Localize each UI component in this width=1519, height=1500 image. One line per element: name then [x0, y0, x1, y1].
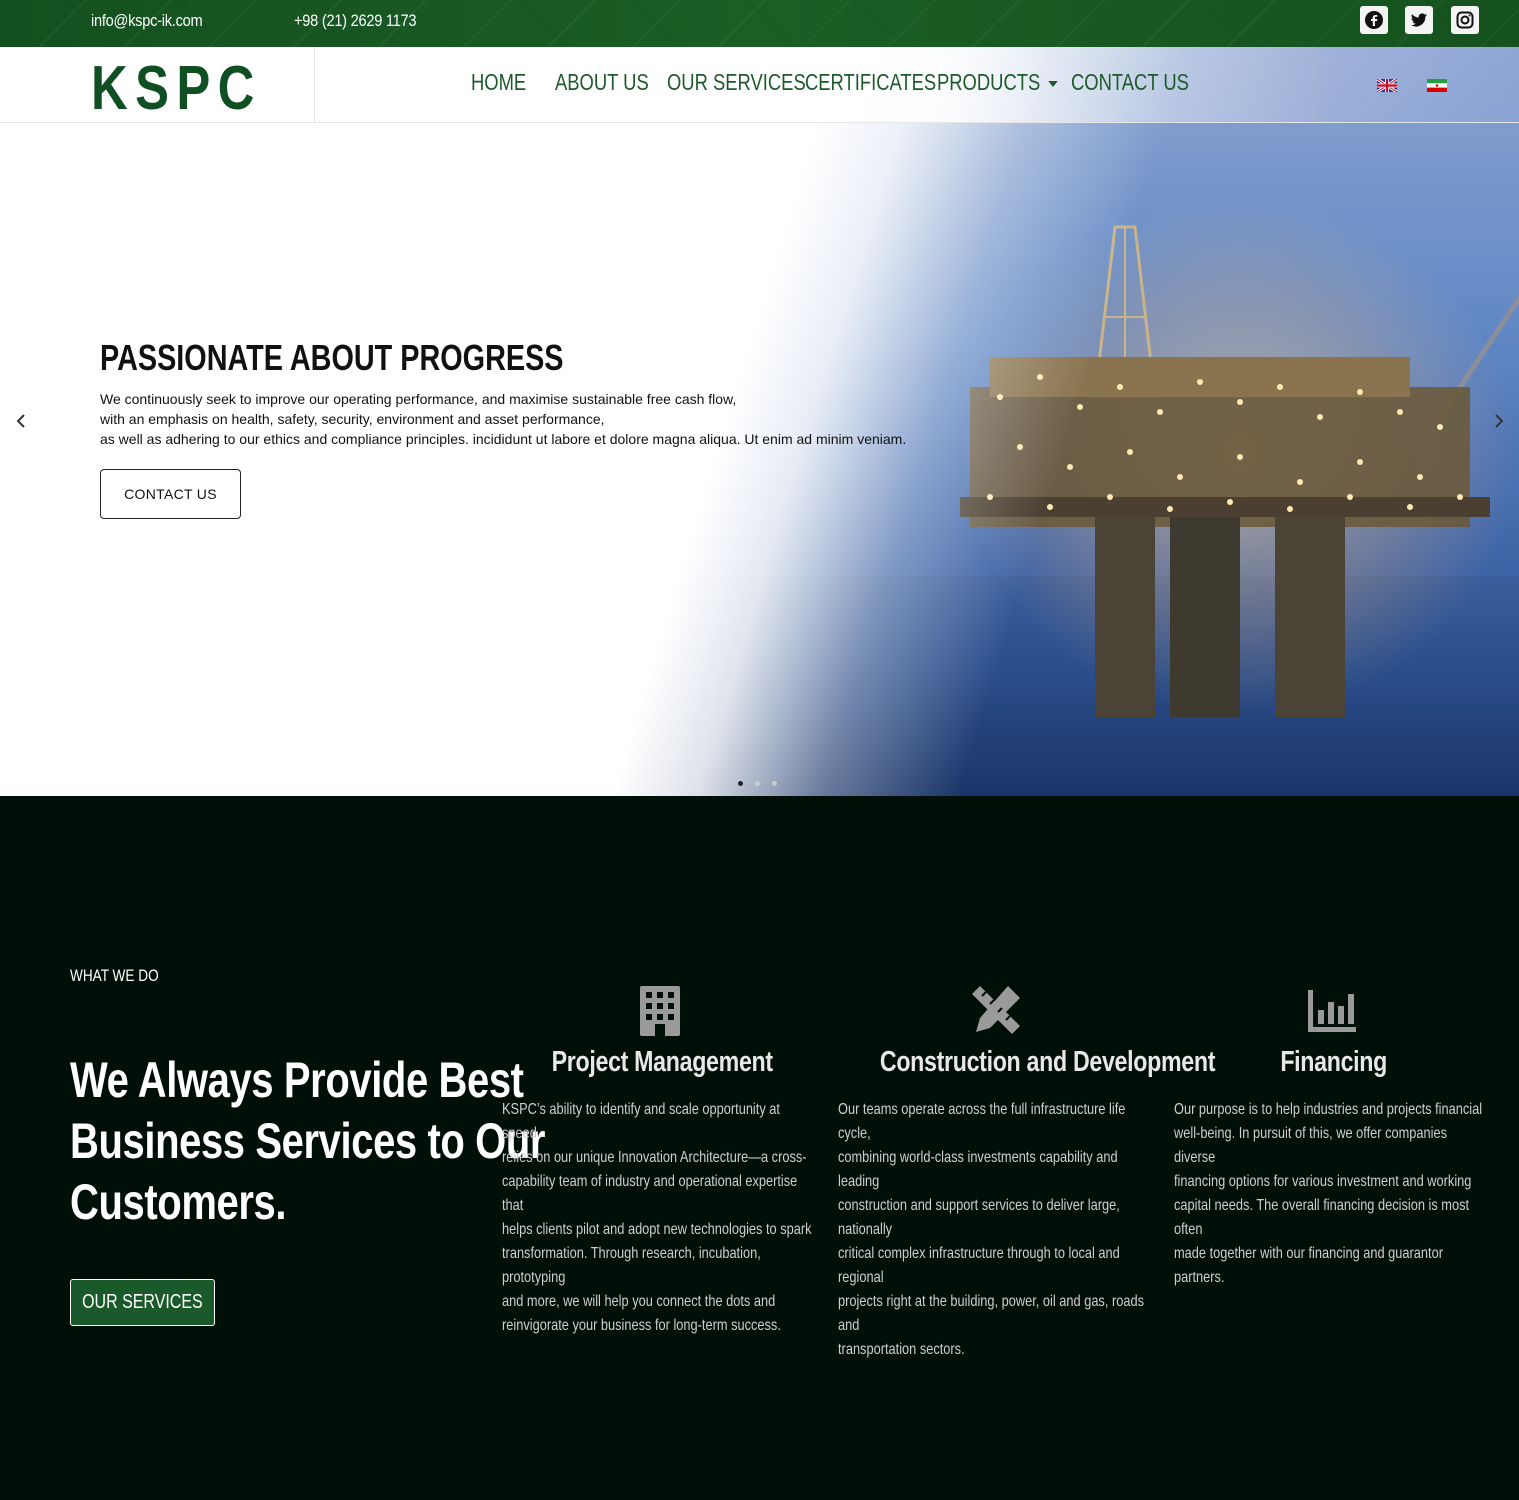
- nav-certificates[interactable]: CERTIFICATES: [805, 69, 936, 96]
- service-description: Our teams operate across the full infras…: [838, 1101, 1144, 1358]
- nav-our-services[interactable]: OUR SERVICES: [667, 69, 806, 96]
- nav-contact-us[interactable]: CONTACT US: [1071, 69, 1189, 96]
- section-heading: We Always Provide Best Business Services…: [70, 1052, 546, 1230]
- services-section: WHAT WE DO We Always Provide Best Busine…: [0, 796, 1519, 1500]
- hero-contact-button[interactable]: CONTACT US: [100, 469, 241, 519]
- iran-flag-icon[interactable]: [1427, 79, 1447, 92]
- site-header: KSPC HOME ABOUT US OUR SERVICES CERTIFIC…: [0, 47, 1519, 123]
- section-eyebrow: WHAT WE DO: [70, 966, 159, 985]
- instagram-icon[interactable]: [1451, 6, 1479, 34]
- service-title: Project Management: [551, 1046, 773, 1078]
- twitter-icon[interactable]: [1405, 6, 1433, 34]
- hero-description: We continuously seek to improve our oper…: [100, 391, 907, 447]
- service-description: Our purpose is to help industries and pr…: [1174, 1101, 1483, 1286]
- email-link[interactable]: info@kspc-ik.com: [91, 11, 203, 31]
- nav-about-us[interactable]: ABOUT US: [555, 69, 649, 96]
- slider-dots: [738, 781, 777, 786]
- slide-dot-2[interactable]: [755, 781, 760, 786]
- facebook-icon[interactable]: [1360, 6, 1388, 34]
- service-description: KSPC’s ability to identify and scale opp…: [502, 1101, 812, 1334]
- nav-products[interactable]: PRODUCTS: [937, 69, 1058, 96]
- nav-products-label: PRODUCTS: [937, 69, 1041, 95]
- prev-slide-arrow-icon[interactable]: [13, 413, 29, 429]
- slide-dot-3[interactable]: [772, 781, 777, 786]
- hero-slider: PASSIONATE ABOUT PROGRESS We continuousl…: [0, 47, 1519, 796]
- site-logo[interactable]: KSPC: [91, 53, 262, 124]
- logo-divider: [314, 47, 315, 123]
- building-icon: [640, 986, 680, 1036]
- english-flag-icon[interactable]: [1377, 79, 1397, 92]
- nav-home[interactable]: HOME: [471, 69, 526, 96]
- top-bar: info@kspc-ik.com +98 (21) 2629 1173: [0, 0, 1519, 47]
- slide-dot-1[interactable]: [738, 781, 743, 786]
- chevron-down-icon: [1048, 80, 1058, 87]
- next-slide-arrow-icon[interactable]: [1491, 413, 1507, 429]
- hero-title: PASSIONATE ABOUT PROGRESS: [100, 337, 564, 378]
- phone-link[interactable]: +98 (21) 2629 1173: [294, 11, 417, 31]
- pencil-ruler-icon: [972, 986, 1020, 1034]
- service-title: Financing: [1280, 1046, 1388, 1078]
- service-title: Construction and Development: [879, 1046, 1216, 1078]
- our-services-button[interactable]: OUR SERVICES: [70, 1279, 215, 1326]
- header-right-divider: [1314, 47, 1315, 123]
- chart-bar-icon: [1308, 990, 1356, 1032]
